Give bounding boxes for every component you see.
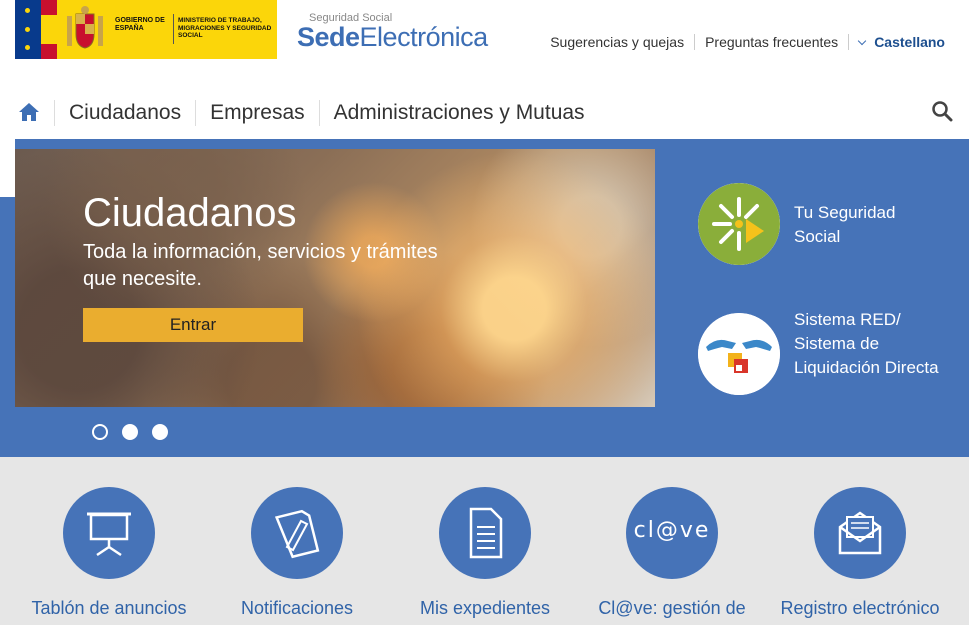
hero-carousel[interactable]: Ciudadanos Toda la información, servicio… [15,149,655,407]
envelope-icon [814,487,906,579]
carousel-dot-3[interactable] [152,424,168,440]
service-label: Notificaciones [240,598,354,618]
service-label: Mis expedientes [419,598,551,618]
main-nav: Ciudadanos Empresas Administraciones y M… [0,96,969,132]
side-link-tu-seguridad-social[interactable]: Tu Seguridad Social [698,183,944,265]
eu-flag [15,0,41,59]
language-selector[interactable]: Castellano [848,34,955,50]
side-link-label: Sistema RED/ Sistema de Liquidación Dire… [794,310,939,377]
language-label: Castellano [874,34,945,50]
nav-item-administraciones[interactable]: Administraciones y Mutuas [318,100,599,126]
chevron-down-icon [857,36,867,45]
faq-link[interactable]: Preguntas frecuentes [694,34,848,50]
hero-text: Toda la información, servicios y trámite… [83,241,438,290]
top-links: Sugerencias y quejas Preguntas frecuente… [540,34,955,50]
hero-title: Ciudadanos [83,191,297,235]
clave-logo-text: cl@ve [633,518,711,543]
side-link-label: Tu Seguridad Social [794,203,896,246]
tu-seguridad-social-logo-icon [698,183,780,265]
carousel-dots [92,424,168,440]
sistema-red-logo-icon [698,313,780,395]
carousel-dot-2[interactable] [122,424,138,440]
service-label: Cl@ve: gestión de [598,598,746,618]
service-clave[interactable]: cl@ve Cl@ve: gestión de [577,487,767,619]
document-icon [439,487,531,579]
government-text: GOBIERNO DE ESPAÑA [115,17,165,32]
service-mis-expedientes[interactable]: Mis expedientes [390,487,580,619]
home-icon[interactable] [18,101,40,123]
side-link-sistema-red[interactable]: Sistema RED/ Sistema de Liquidación Dire… [698,310,944,395]
service-registro-electronico[interactable]: Registro electrónico [765,487,955,619]
nav-item-ciudadanos[interactable]: Ciudadanos [54,100,195,126]
service-label: Tablón de anuncios [31,598,187,618]
search-icon[interactable] [931,100,953,122]
notification-document-icon [251,487,343,579]
spain-flag [41,0,57,59]
carousel-dot-1[interactable] [92,424,108,440]
suggestions-link[interactable]: Sugerencias y quejas [540,34,694,50]
ministry-text: MINISTERIO DE TRABAJO, MIGRACIONES Y SEG… [178,17,272,39]
service-label: Registro electrónico [780,598,940,618]
coat-of-arms-icon [67,6,103,49]
service-notificaciones[interactable]: Notificaciones [202,487,392,619]
sede-rest-text: Electrónica [359,22,489,52]
site-header: GOBIERNO DE ESPAÑA MINISTERIO DE TRABAJO… [0,0,969,90]
sede-bold-text: Sede [297,22,360,52]
nav-item-empresas[interactable]: Empresas [195,100,319,126]
services-section: Tablón de anuncios Notificaciones Mis ex… [0,457,969,625]
enter-button[interactable]: Entrar [83,308,303,342]
presentation-board-icon [63,487,155,579]
service-tablon-anuncios[interactable]: Tablón de anuncios [14,487,204,619]
clave-logo-icon: cl@ve [626,487,718,579]
government-logo[interactable]: GOBIERNO DE ESPAÑA MINISTERIO DE TRABAJO… [15,0,277,59]
